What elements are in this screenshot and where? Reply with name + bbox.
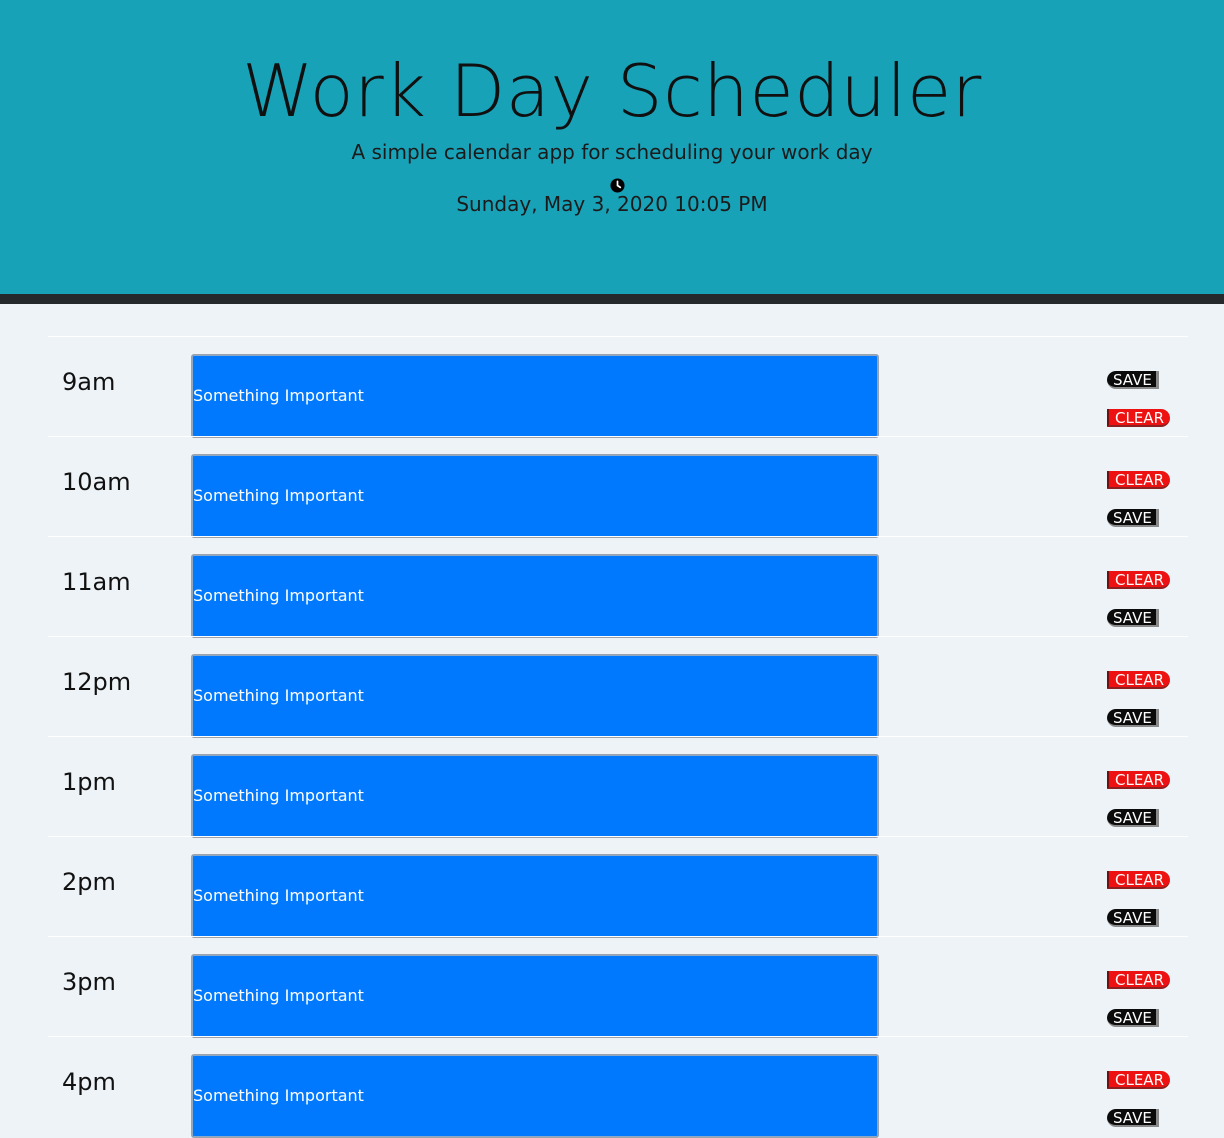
hour-label: 4pm [62, 1068, 116, 1096]
save-button[interactable]: SAVE [1107, 509, 1159, 527]
time-block: 11am Something Important CLEAR SAVE [48, 536, 1188, 638]
task-textarea[interactable]: Something Important [191, 754, 879, 838]
task-text: Something Important [193, 986, 364, 1005]
time-block-list: 9am Something Important SAVE CLEAR 10am … [48, 336, 1188, 1138]
save-button[interactable]: SAVE [1107, 1109, 1159, 1127]
save-button[interactable]: SAVE [1107, 609, 1159, 627]
task-text: Something Important [193, 686, 364, 705]
hour-label: 1pm [62, 768, 116, 796]
task-text: Something Important [193, 386, 364, 405]
clear-button[interactable]: CLEAR [1107, 871, 1170, 889]
clear-button[interactable]: CLEAR [1107, 971, 1170, 989]
save-button[interactable]: SAVE [1107, 371, 1159, 389]
task-textarea[interactable]: Something Important [191, 354, 879, 438]
time-block: 9am Something Important SAVE CLEAR [48, 336, 1188, 438]
save-button[interactable]: SAVE [1107, 1009, 1159, 1027]
task-text: Something Important [193, 786, 364, 805]
task-textarea[interactable]: Something Important [191, 554, 879, 638]
hour-label: 10am [62, 468, 131, 496]
task-text: Something Important [193, 586, 364, 605]
clear-button[interactable]: CLEAR [1107, 671, 1170, 689]
page-title: Work Day Scheduler [242, 49, 982, 133]
time-block: 10am Something Important CLEAR SAVE [48, 436, 1188, 538]
clear-button[interactable]: CLEAR [1107, 1071, 1170, 1089]
time-block: 12pm Something Important CLEAR SAVE [48, 636, 1188, 738]
time-block: 3pm Something Important CLEAR SAVE [48, 936, 1188, 1038]
clear-button[interactable]: CLEAR [1107, 771, 1170, 789]
hour-label: 11am [62, 568, 131, 596]
save-button[interactable]: SAVE [1107, 909, 1159, 927]
task-text: Something Important [193, 486, 364, 505]
hour-label: 2pm [62, 868, 116, 896]
task-textarea[interactable]: Something Important [191, 654, 879, 738]
hour-label: 9am [62, 368, 116, 396]
page-subtitle: A simple calendar app for scheduling you… [351, 140, 873, 164]
time-block: 1pm Something Important CLEAR SAVE [48, 736, 1188, 838]
task-textarea[interactable]: Something Important [191, 954, 879, 1038]
task-textarea[interactable]: Something Important [191, 854, 879, 938]
save-button[interactable]: SAVE [1107, 809, 1159, 827]
task-text: Something Important [193, 1086, 364, 1105]
current-date: Sunday, May 3, 2020 10:05 PM [456, 192, 768, 216]
hour-label: 3pm [62, 968, 116, 996]
hour-label: 12pm [62, 668, 132, 696]
header: Work Day Scheduler A simple calendar app… [0, 0, 1224, 304]
clear-button[interactable]: CLEAR [1107, 471, 1170, 489]
task-textarea[interactable]: Something Important [191, 454, 879, 538]
task-text: Something Important [193, 886, 364, 905]
time-block: 2pm Something Important CLEAR SAVE [48, 836, 1188, 938]
clear-button[interactable]: CLEAR [1107, 409, 1170, 427]
task-textarea[interactable]: Something Important [191, 1054, 879, 1138]
time-block: 4pm Something Important CLEAR SAVE [48, 1036, 1188, 1138]
clear-button[interactable]: CLEAR [1107, 571, 1170, 589]
save-button[interactable]: SAVE [1107, 709, 1159, 727]
